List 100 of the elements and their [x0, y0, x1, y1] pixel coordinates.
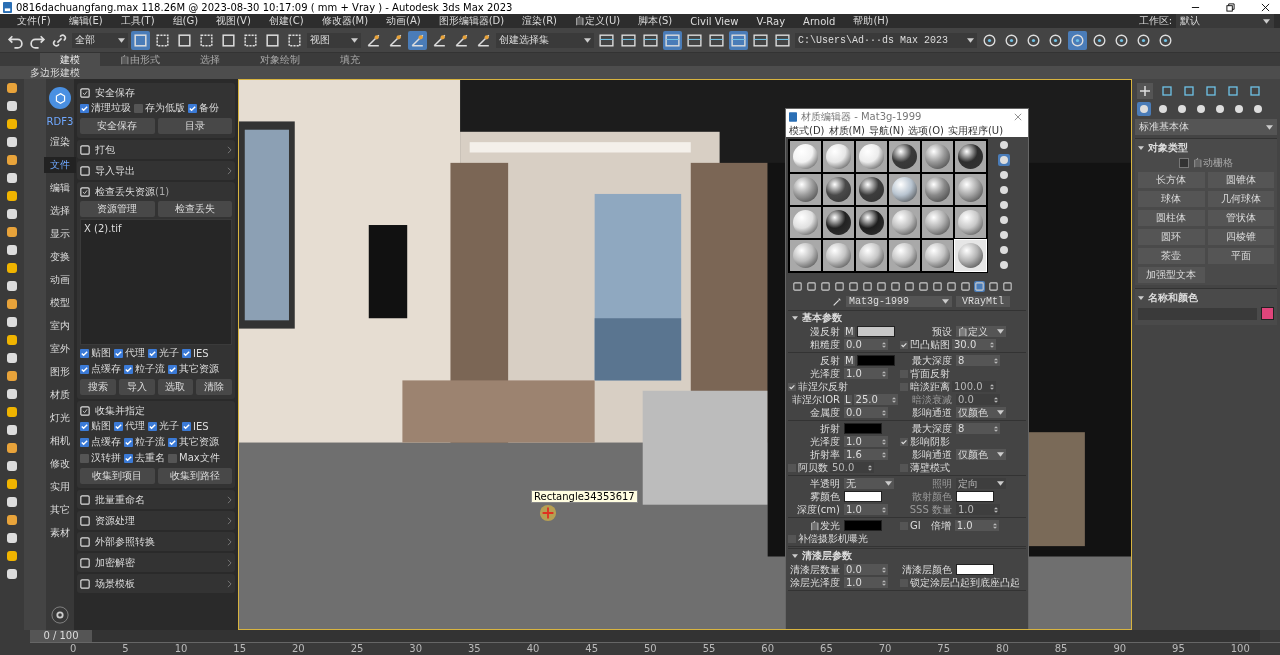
checkbox[interactable] — [182, 348, 191, 358]
material-tool-icon[interactable] — [932, 281, 943, 292]
checkbox[interactable] — [1179, 158, 1189, 168]
material-sample-slot[interactable] — [856, 174, 887, 205]
command-tab-icon[interactable] — [1159, 83, 1175, 99]
menu-item[interactable]: 脚本(S) — [629, 14, 682, 28]
spinner-field[interactable]: 1.0 — [954, 520, 999, 531]
panel-button[interactable]: 选取 — [157, 379, 194, 395]
material-tool-icon[interactable] — [918, 281, 929, 292]
command-tab-icon[interactable] — [1181, 83, 1197, 99]
sample-option-icon[interactable] — [998, 139, 1010, 151]
sample-option-icon[interactable] — [998, 214, 1010, 226]
plugin-nav-item[interactable]: 编辑 — [44, 180, 76, 196]
material-sample-slot[interactable] — [856, 207, 887, 238]
tool-icon[interactable] — [5, 567, 19, 581]
command-tab-icon[interactable] — [1137, 83, 1153, 99]
plugin-nav-item[interactable]: 文件 — [44, 157, 76, 173]
material-tool-icon[interactable] — [862, 281, 873, 292]
panel-button[interactable]: 检查丢失 — [157, 201, 232, 217]
checkbox[interactable] — [80, 437, 89, 447]
eyedropper-icon[interactable] — [832, 296, 842, 307]
panel-icon[interactable] — [663, 30, 682, 50]
checkbox[interactable] — [80, 421, 89, 431]
tool-icon[interactable] — [5, 99, 19, 113]
menu-item[interactable]: 创建(C) — [259, 14, 313, 28]
checkbox[interactable] — [80, 103, 89, 113]
tool-icon[interactable] — [5, 531, 19, 545]
parameter-dropdown[interactable]: 仅颜色 — [956, 407, 1006, 418]
spinner-field[interactable]: 0.0 — [844, 407, 888, 418]
plugin-nav-item[interactable]: 显示 — [44, 226, 76, 242]
color-swatch[interactable] — [844, 491, 882, 502]
tool-icon[interactable] — [5, 513, 19, 527]
panel-button[interactable]: 目录 — [157, 118, 232, 134]
sample-option-icon[interactable] — [998, 154, 1010, 166]
material-tool-icon[interactable] — [974, 281, 985, 292]
spinner-field[interactable]: 8 — [956, 355, 1000, 366]
create-category-icon[interactable] — [1251, 102, 1265, 116]
parameter-dropdown[interactable]: 仅颜色 — [956, 449, 1006, 460]
material-tool-icon[interactable] — [848, 281, 859, 292]
section-header[interactable]: 收集并指定 — [80, 403, 232, 418]
color-swatch[interactable] — [956, 564, 994, 575]
restore-icon[interactable] — [1226, 2, 1235, 12]
ribbon-tab[interactable]: 选择 — [180, 53, 240, 66]
checkbox[interactable] — [168, 453, 177, 463]
checkbox[interactable] — [188, 103, 197, 113]
settings-icon[interactable] — [51, 606, 69, 624]
checkbox[interactable] — [168, 437, 177, 447]
plugin-nav-item[interactable]: 渲染 — [44, 134, 76, 150]
material-tool-icon[interactable] — [890, 281, 901, 292]
spinner-field[interactable]: 25.0 — [853, 394, 898, 405]
checkbox[interactable] — [80, 364, 89, 374]
tool-icon[interactable] — [5, 333, 19, 347]
material-sample-slot[interactable] — [823, 174, 854, 205]
menu-item[interactable]: 模式(D) — [789, 123, 825, 138]
spinner-field[interactable]: 30.0 — [952, 339, 996, 350]
tool-icon[interactable] — [5, 81, 19, 95]
tool-icon[interactable] — [5, 171, 19, 185]
material-type-button[interactable]: VRayMtl — [956, 296, 1010, 307]
primitive-button[interactable]: 圆锥体 — [1207, 172, 1274, 188]
plugin-nav-item[interactable]: 相机 — [44, 433, 76, 449]
time-slider[interactable]: 0 / 100 — [30, 630, 92, 642]
plugin-nav-item[interactable]: 实用 — [44, 479, 76, 495]
file-list-item[interactable]: X (2).tif — [84, 223, 228, 234]
material-tool-icon[interactable] — [904, 281, 915, 292]
plugin-nav-item[interactable]: 室内 — [44, 318, 76, 334]
menu-item[interactable]: 帮助(H) — [844, 14, 898, 28]
selection-filter-dropdown[interactable]: 全部 — [72, 32, 128, 48]
spinner-arrows-icon[interactable] — [992, 521, 997, 530]
primitive-button[interactable]: 圆环 — [1138, 229, 1205, 245]
tool-icon[interactable] — [5, 441, 19, 455]
plugin-nav-item[interactable]: 图形 — [44, 364, 76, 380]
tool-icon[interactable] — [5, 315, 19, 329]
ribbon-tab[interactable]: 填充 — [320, 53, 380, 66]
spinner-field[interactable]: 0.0 — [844, 339, 888, 350]
primitive-button[interactable]: 几何球体 — [1207, 191, 1274, 207]
material-tool-icon[interactable] — [1002, 281, 1013, 292]
plugin-nav-item[interactable]: 修改 — [44, 456, 76, 472]
checkbox[interactable] — [134, 103, 143, 113]
checkbox[interactable] — [124, 364, 133, 374]
primitive-button[interactable]: 长方体 — [1138, 172, 1205, 188]
spinner-field[interactable]: 0.0 — [844, 564, 888, 575]
create-category-icon[interactable] — [1213, 102, 1227, 116]
parameter-dropdown[interactable]: 自定义 — [956, 326, 1006, 337]
spinner-field[interactable]: 1.0 — [844, 577, 888, 588]
section-header[interactable]: 检查丢失资源(1) — [80, 184, 232, 199]
spinner-field[interactable]: 8 — [956, 423, 1000, 434]
tool-icon[interactable] — [5, 189, 19, 203]
map-button[interactable]: M — [844, 326, 855, 337]
checkbox[interactable] — [182, 421, 191, 431]
tool-icon[interactable] — [5, 261, 19, 275]
rollout-header[interactable]: 基本参数 — [788, 311, 1026, 324]
plugin-nav-item[interactable]: 动画 — [44, 272, 76, 288]
ribbon-tab[interactable]: 建模 — [40, 53, 100, 66]
menu-item[interactable]: 图形编辑器(D) — [429, 14, 514, 28]
close-icon[interactable] — [1261, 2, 1270, 12]
menu-item[interactable]: 组(G) — [163, 14, 208, 28]
menu-item[interactable]: 选项(O) — [908, 123, 944, 138]
category-dropdown[interactable]: 标准基本体 — [1135, 119, 1277, 135]
plugin-nav-item[interactable]: 模型 — [44, 295, 76, 311]
create-category-icon[interactable] — [1175, 102, 1189, 116]
